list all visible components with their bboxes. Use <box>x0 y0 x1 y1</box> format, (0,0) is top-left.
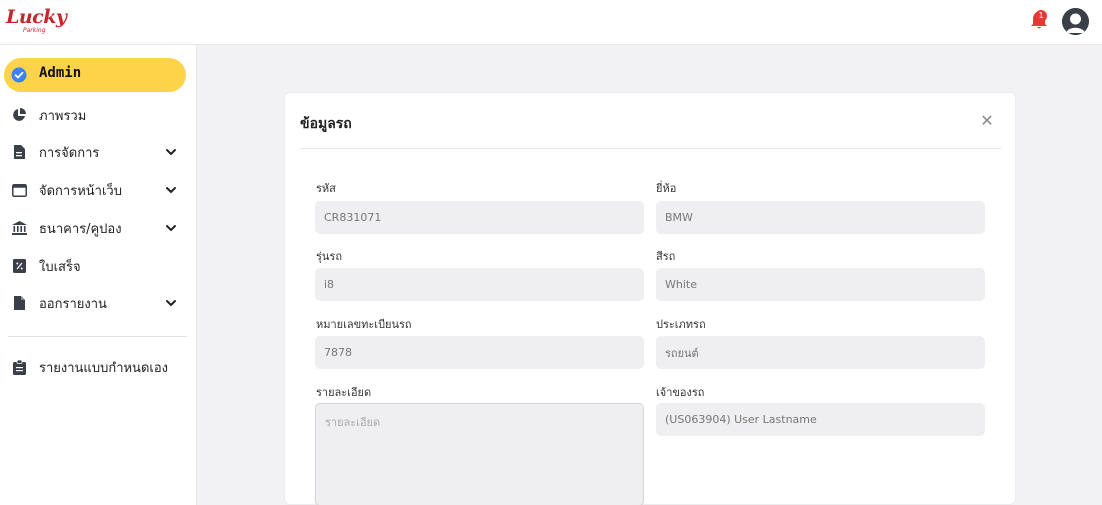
field-label-plate: หมายเลขทะเบียนรถ <box>316 318 412 331</box>
browser-window-icon <box>11 182 27 198</box>
owner-field[interactable]: (US063904) User Lastname <box>656 403 985 436</box>
sidebar-item-label: ใบเสร็จ <box>39 259 81 275</box>
sidebar-item-bank-coupon[interactable]: ธนาคาร/คูปอง <box>0 210 197 246</box>
code-field[interactable]: CR831071 <box>315 201 644 234</box>
sidebar-item-label: ธนาคาร/คูปอง <box>39 221 122 237</box>
receipt-percent-icon <box>11 258 27 274</box>
car-type-field[interactable]: รถยนต์ <box>656 336 985 369</box>
sidebar-item-label: รายงานแบบกำหนดเอง <box>39 360 168 376</box>
sidebar-item-label: ออกรายงาน <box>39 296 107 312</box>
field-label-color: สีรถ <box>656 250 676 263</box>
logo-text: Lucky <box>6 6 67 28</box>
chevron-down-icon <box>164 221 178 235</box>
sidebar-divider <box>8 336 187 337</box>
sidebar-item-label: Admin <box>39 65 82 81</box>
sidebar-item-label: จัดการหน้าเว็บ <box>39 183 122 199</box>
chevron-down-icon <box>164 296 178 310</box>
modal-title: ข้อมูลรถ <box>300 116 352 132</box>
field-label-code: รหัส <box>316 182 336 195</box>
file-report-icon <box>11 295 27 311</box>
sidebar-item-web-management[interactable]: จัดการหน้าเว็บ <box>0 172 197 208</box>
chevron-down-icon <box>164 183 178 197</box>
logo-subtext: Parking <box>23 27 46 34</box>
sidebar-item-custom-report[interactable]: รายงานแบบกำหนดเอง <box>0 349 197 385</box>
field-label-detail: รายละเอียด <box>316 386 372 399</box>
field-label-brand: ยี่ห้อ <box>656 182 677 195</box>
sidebar-item-label: การจัดการ <box>39 145 100 161</box>
sidebar-item-label: ภาพรวม <box>39 108 87 124</box>
bank-icon <box>11 220 27 236</box>
pie-chart-icon <box>11 107 27 123</box>
top-bar: Lucky Parking 1 <box>0 0 1102 45</box>
document-icon <box>11 144 27 160</box>
lucky-parking-logo[interactable]: Lucky Parking <box>6 6 67 36</box>
color-field[interactable]: White <box>656 268 985 301</box>
sidebar-item-admin[interactable]: Admin <box>4 58 186 92</box>
chevron-down-icon <box>164 145 178 159</box>
modal-header-divider <box>300 148 1001 149</box>
sidebar-item-overview[interactable]: ภาพรวม <box>0 97 197 133</box>
plate-number-field[interactable]: 7878 <box>315 336 644 369</box>
model-field[interactable]: i8 <box>315 268 644 301</box>
field-label-model: รุ่นรถ <box>316 250 342 263</box>
sidebar-item-receipt[interactable]: ใบเสร็จ <box>0 248 197 284</box>
notification-count-badge: 1 <box>1035 10 1047 22</box>
clipboard-list-icon <box>11 359 27 375</box>
close-icon[interactable]: ✕ <box>979 113 995 129</box>
sidebar-item-management[interactable]: การจัดการ <box>0 134 197 170</box>
field-label-type: ประเภทรถ <box>656 318 706 331</box>
sidebar: Admin ภาพรวม การจัดการ จัดการหน้าเว็บ ธน… <box>0 45 197 505</box>
detail-textarea[interactable]: รายละเอียด <box>315 403 644 505</box>
brand-field[interactable]: BMW <box>656 201 985 234</box>
verified-check-icon <box>11 67 27 83</box>
car-info-modal: ข้อมูลรถ ✕ รหัส CR831071 ยี่ห้อ BMW รุ่น… <box>284 92 1016 505</box>
user-avatar[interactable] <box>1062 8 1089 35</box>
field-label-owner: เจ้าของรถ <box>656 386 705 399</box>
sidebar-item-reports[interactable]: ออกรายงาน <box>0 285 197 321</box>
